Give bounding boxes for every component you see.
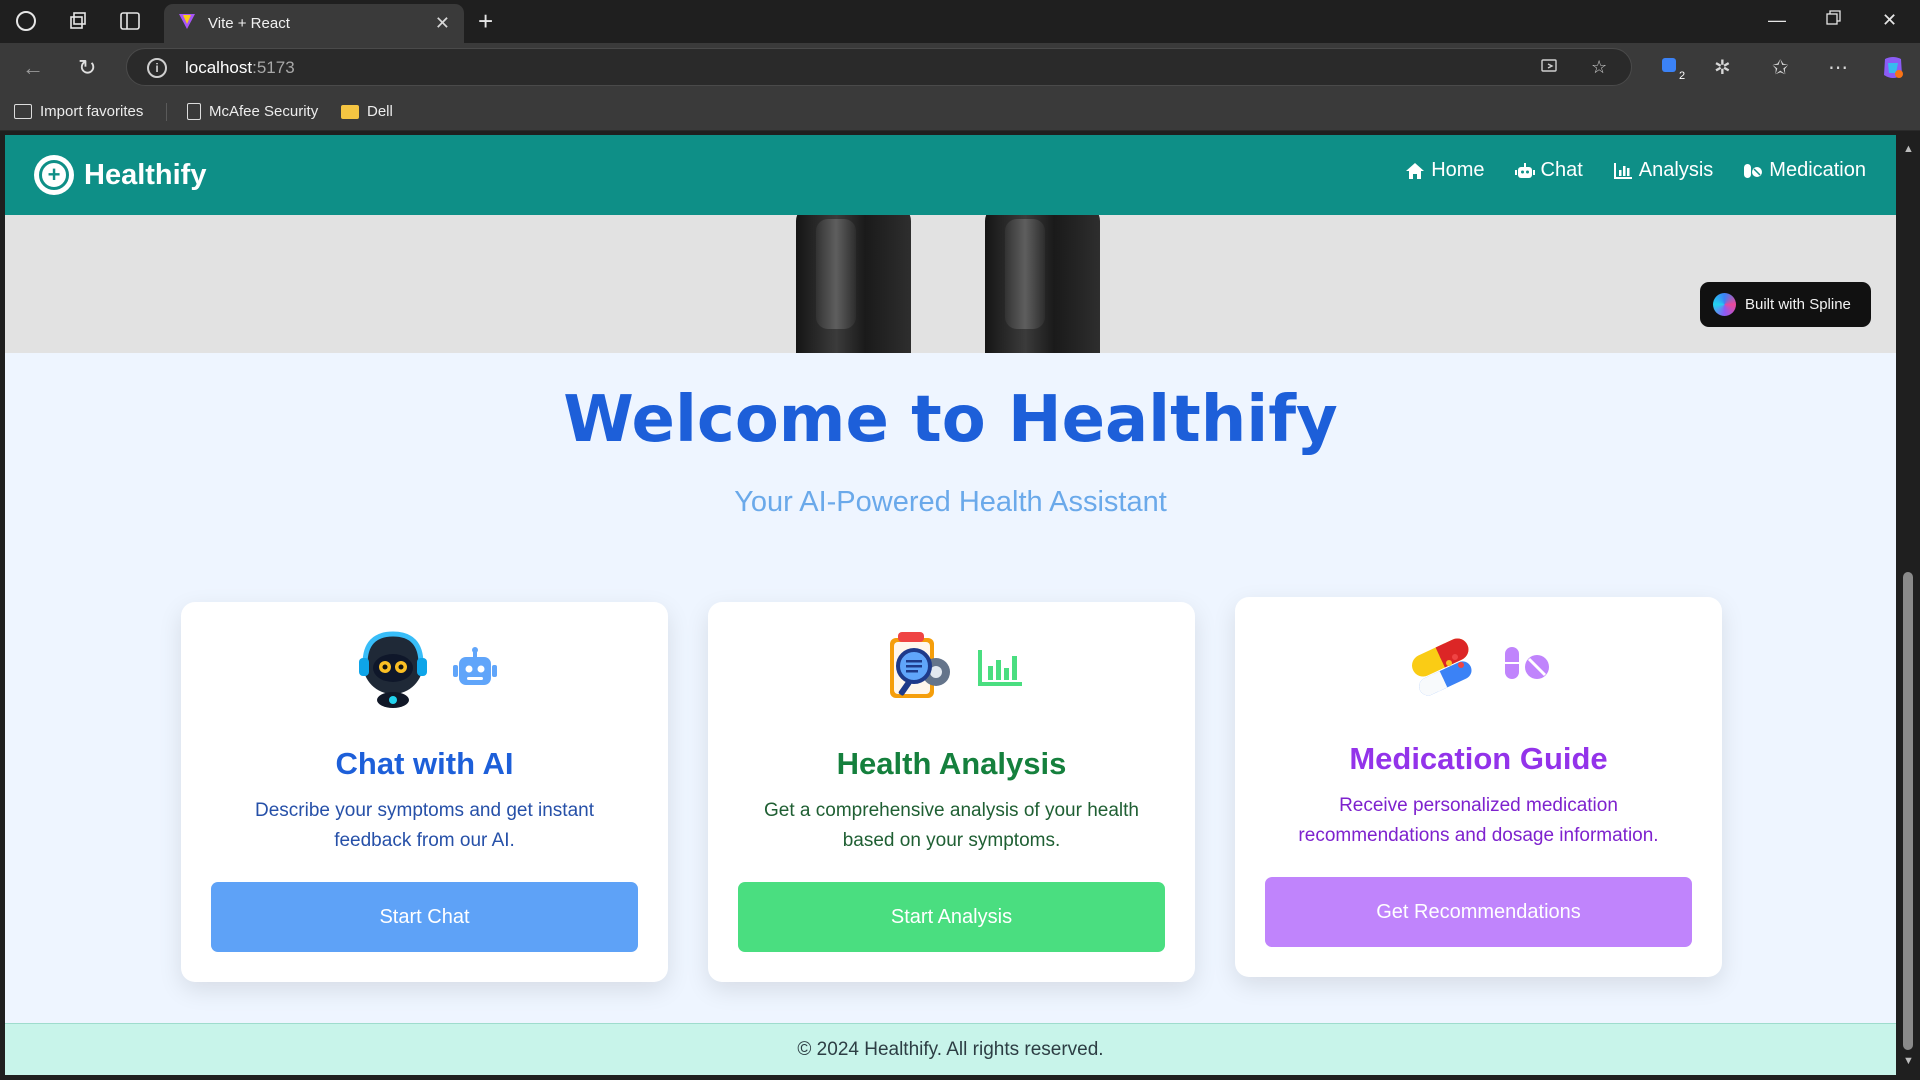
site-footer: © 2024 Healthify. All rights reserved. — [5, 1023, 1896, 1075]
page-subtitle: Your AI-Powered Health Assistant — [734, 486, 1167, 518]
spline-badge-text: Built with Spline — [1745, 296, 1851, 313]
3d-object-right — [985, 215, 1100, 353]
scroll-thumb[interactable] — [1903, 572, 1913, 1050]
site-navbar: + Healthify Home Chat Analysis Medicatio… — [5, 135, 1896, 215]
back-icon[interactable]: ← — [22, 55, 44, 81]
capsules-icon — [1405, 623, 1485, 708]
nav-link-label: Home — [1431, 159, 1485, 181]
home-icon — [1405, 162, 1425, 180]
browser-tab-bar: Vite + React ✕ + — ✕ — [0, 0, 1920, 43]
card-health-analysis: Health Analysis Get a comprehensive anal… — [708, 602, 1195, 982]
svg-text:2: 2 — [1679, 70, 1685, 81]
3d-object-left — [796, 215, 911, 353]
scroll-up-icon[interactable]: ▲ — [1903, 143, 1914, 155]
favorite-star-icon[interactable]: ☆ — [1591, 57, 1607, 78]
card-description: Describe your symptoms and get instant f… — [255, 800, 594, 851]
copilot-icon[interactable] — [1880, 55, 1906, 87]
address-bar[interactable]: i localhost:5173 ☆ — [126, 48, 1632, 86]
browser-tab-active[interactable]: Vite + React ✕ — [164, 4, 464, 43]
bookmarks-bar: Import favorites McAfee Security Dell — [0, 93, 1920, 131]
bookmark-separator — [166, 103, 167, 121]
browser-toolbar: ← ↻ i localhost:5173 ☆ 2 ✲ ✩ ⋯ — [0, 43, 1920, 93]
nav-link-medication[interactable]: Medication — [1743, 159, 1866, 182]
card-chat-with-ai: Chat with AI Describe your symptoms and … — [181, 602, 668, 982]
page-scrollbar[interactable]: ▲ ▼ — [1896, 135, 1920, 1080]
reload-icon[interactable]: ↻ — [78, 55, 96, 81]
spline-logo-icon — [1713, 293, 1736, 316]
nav-link-label: Medication — [1769, 159, 1866, 181]
extensions-puzzle-icon[interactable]: ✲ — [1714, 55, 1731, 80]
bookmark-import-favorites[interactable]: Import favorites — [14, 103, 143, 120]
card-medication-guide: Medication Guide Receive personalized me… — [1235, 597, 1722, 977]
pills-icon — [1501, 643, 1553, 688]
import-icon — [14, 104, 32, 119]
medical-cross-logo-icon: + — [34, 155, 74, 195]
card-title: Chat with AI — [335, 746, 514, 781]
pills-icon — [1743, 162, 1763, 180]
copyright-text: © 2024 Healthify. All rights reserved. — [797, 1039, 1104, 1060]
restore-icon[interactable] — [1826, 10, 1842, 31]
robot-icon — [1514, 162, 1535, 180]
minimize-icon[interactable]: — — [1768, 10, 1786, 31]
analysis-magnifier-icon — [880, 628, 960, 713]
start-analysis-button[interactable]: Start Analysis — [738, 882, 1165, 952]
start-chat-button[interactable]: Start Chat — [211, 882, 638, 952]
built-with-spline-badge[interactable]: Built with Spline — [1700, 282, 1871, 327]
chart-icon — [976, 648, 1024, 693]
get-recommendations-button[interactable]: Get Recommendations — [1265, 877, 1692, 947]
page-title: Welcome to Healthify — [563, 383, 1338, 457]
close-window-icon[interactable]: ✕ — [1882, 10, 1897, 31]
bookmark-dell[interactable]: Dell — [341, 103, 393, 120]
spline-3d-scene[interactable] — [5, 215, 1896, 353]
more-menu-icon[interactable]: ⋯ — [1828, 55, 1848, 80]
nav-links: Home Chat Analysis Medication — [1405, 159, 1866, 182]
brand[interactable]: + Healthify — [34, 155, 206, 195]
scroll-down-icon[interactable]: ▼ — [1903, 1055, 1914, 1067]
url-text: localhost:5173 — [185, 58, 295, 77]
bookmark-label: Import favorites — [40, 103, 144, 120]
card-description: Receive personalized medication recommen… — [1298, 795, 1659, 846]
robot-icon — [451, 646, 499, 694]
page-icon — [187, 103, 201, 120]
card-title: Medication Guide — [1349, 741, 1608, 776]
vite-favicon-icon — [178, 12, 196, 35]
app-available-icon[interactable] — [1541, 57, 1559, 80]
bookmark-label: Dell — [367, 103, 393, 120]
nav-link-chat[interactable]: Chat — [1514, 159, 1583, 182]
vertical-tabs-icon[interactable] — [118, 9, 142, 33]
favorites-icon[interactable]: ✩ — [1772, 55, 1789, 80]
nav-link-analysis[interactable]: Analysis — [1613, 159, 1713, 182]
card-title: Health Analysis — [836, 746, 1067, 781]
profile-icon[interactable] — [14, 9, 38, 33]
extension-badge-icon[interactable]: 2 — [1660, 55, 1686, 87]
nav-link-label: Chat — [1540, 159, 1583, 181]
new-tab-icon[interactable]: + — [478, 8, 493, 34]
ai-robot-mascot-icon — [351, 626, 435, 715]
nav-link-label: Analysis — [1638, 159, 1714, 181]
brand-name: Healthify — [84, 158, 207, 191]
site-info-icon[interactable]: i — [147, 58, 167, 78]
nav-link-home[interactable]: Home — [1405, 159, 1485, 182]
bookmark-label: McAfee Security — [209, 103, 319, 120]
bookmark-mcafee-security[interactable]: McAfee Security — [187, 103, 318, 120]
folder-icon — [341, 104, 359, 119]
chart-icon — [1613, 162, 1633, 180]
page-viewport: + Healthify Home Chat Analysis Medicatio… — [5, 135, 1896, 1075]
tab-close-icon[interactable]: ✕ — [435, 13, 450, 34]
card-description: Get a comprehensive analysis of your hea… — [764, 800, 1139, 851]
workspaces-icon[interactable] — [66, 9, 90, 33]
tab-title: Vite + React — [208, 15, 290, 32]
